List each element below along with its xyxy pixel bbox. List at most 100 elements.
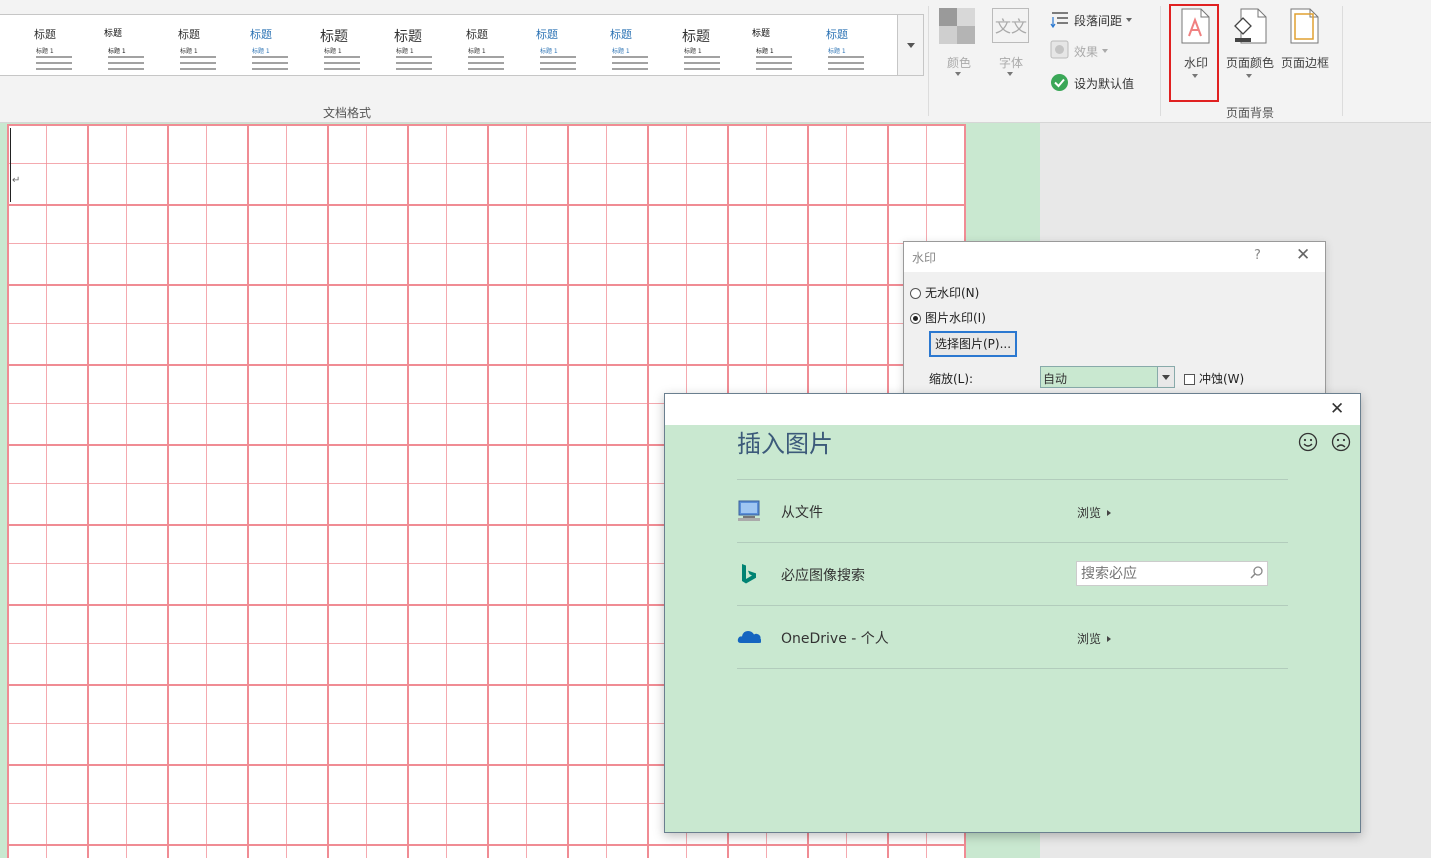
thumbnail-text-line: [180, 56, 216, 58]
chevron-down-icon[interactable]: [1157, 367, 1174, 387]
effects-icon: [1050, 40, 1069, 59]
group-label-page-background: 页面背景: [1226, 106, 1275, 120]
thumbnail-text-line: [252, 68, 288, 70]
thumbnail-text-line: [36, 68, 72, 70]
thumbnail-text-line: [108, 62, 144, 64]
scale-label: 缩放(L):: [929, 372, 974, 386]
style-set-thumbnail[interactable]: 标题 标题 1: [76, 18, 146, 74]
onedrive-label: OneDrive - 个人: [781, 631, 889, 647]
thumbnail-text-line: [756, 62, 792, 64]
checkmark-icon: [1051, 74, 1068, 91]
bing-icon: [742, 564, 756, 584]
style-set-thumbnail[interactable]: 标题 标题 1: [652, 18, 722, 74]
set-as-default-button[interactable]: 设为默认值: [1050, 72, 1160, 94]
dialog-title: 插入图片: [737, 430, 833, 458]
svg-text:文文: 文文: [995, 17, 1027, 36]
thumbnail-title: 标题: [826, 28, 848, 41]
no-watermark-label: 无水印(N): [925, 286, 980, 300]
page-color-button[interactable]: 页面颜色: [1225, 6, 1275, 96]
thumbnail-heading: 标题 1: [468, 48, 486, 55]
browse-link[interactable]: 浏览: [1077, 630, 1112, 647]
fonts-button[interactable]: 文文 字体: [986, 6, 1036, 96]
bing-search-label: 必应图像搜索: [781, 568, 865, 584]
thumbnail-heading: 标题 1: [180, 48, 198, 55]
style-set-thumbnail[interactable]: 标题标题 1: [4, 18, 74, 74]
page-border-icon: [1290, 8, 1319, 44]
bing-search-input[interactable]: [1077, 562, 1255, 585]
style-set-thumbnail[interactable]: 标题标题 1: [796, 18, 866, 74]
font-icon: 文文: [992, 8, 1029, 43]
thumbnail-title: 标题: [34, 28, 56, 41]
picture-watermark-option[interactable]: 图片水印(I): [910, 309, 986, 326]
chevron-down-icon: [907, 43, 915, 48]
text-cursor: [10, 128, 11, 202]
bing-search-box[interactable]: [1076, 561, 1268, 586]
checkbox[interactable]: [1184, 374, 1195, 385]
thumbnail-title: 标题: [536, 28, 558, 41]
thumbnail-text-line: [252, 62, 288, 64]
gallery-more-button[interactable]: [898, 14, 924, 76]
search-icon[interactable]: [1248, 563, 1266, 584]
scale-value: 自动: [1043, 372, 1068, 386]
computer-icon: [738, 500, 760, 521]
thumbnail-text-line: [756, 68, 792, 70]
watermark-highlight-box: [1169, 4, 1219, 102]
page-borders-button[interactable]: 页面边框: [1280, 6, 1330, 96]
thumbnail-heading: 标题 1: [684, 48, 702, 55]
style-set-thumbnail[interactable]: 标题 标题 1: [580, 18, 650, 74]
style-set-thumbnail[interactable]: 标题 标题 1: [508, 18, 578, 74]
dialog-titlebar: 水印 ? ✕: [904, 242, 1325, 272]
style-set-thumbnail[interactable]: 标题 标题 1: [292, 18, 362, 74]
thumbnail-text-line: [540, 68, 576, 70]
scale-dropdown[interactable]: 自动: [1040, 366, 1175, 388]
thumbnail-text-line: [324, 56, 360, 58]
thumbnail-text-line: [612, 56, 648, 58]
style-set-thumbnail[interactable]: 标题 标题 1: [148, 18, 218, 74]
thumbnail-text-line: [108, 56, 144, 58]
thumbnail-title: 标题: [610, 28, 632, 41]
thumbnail-text-line: [324, 68, 360, 70]
onedrive-row[interactable]: OneDrive - 个人 浏览: [737, 606, 1288, 668]
thumbnail-text-line: [36, 56, 72, 58]
page-color-icon: [1234, 8, 1267, 44]
style-set-thumbnail[interactable]: 标题 标题 1: [436, 18, 506, 74]
thumbnail-heading: 标题 1: [828, 48, 846, 55]
close-button[interactable]: ✕: [1296, 245, 1310, 265]
paragraph-spacing-button[interactable]: 段落间距: [1050, 9, 1150, 31]
effects-button[interactable]: 效果: [1050, 40, 1120, 62]
thumbnail-text-line: [108, 68, 144, 70]
colors-button[interactable]: 颜色: [934, 6, 984, 96]
washout-checkbox[interactable]: 冲蚀(W): [1184, 370, 1244, 387]
insert-pictures-dialog: ✕ 插入图片 从文件 浏览 必应图像搜索 搜索必应 OneDrive - 个人 …: [664, 393, 1361, 833]
thumbnail-text-line: [828, 62, 864, 64]
chevron-down-icon: [1126, 18, 1132, 22]
set-as-default-label: 设为默认值: [1074, 77, 1135, 91]
picture-watermark-label: 图片水印(I): [925, 311, 986, 325]
radio-button[interactable]: [910, 288, 921, 299]
thumbnail-text-line: [684, 62, 720, 64]
thumbnail-heading: 标题 1: [36, 48, 54, 55]
radio-button-checked[interactable]: [910, 313, 921, 324]
no-watermark-option[interactable]: 无水印(N): [910, 284, 979, 301]
thumbnail-text-line: [324, 62, 360, 64]
select-picture-button[interactable]: 选择图片(P)...: [929, 331, 1017, 357]
style-set-thumbnail[interactable]: 标题 标题 1: [364, 18, 434, 74]
thumbnail-heading: 标题 1: [324, 48, 342, 55]
frown-feedback-icon[interactable]: [1331, 432, 1351, 452]
thumbnail-text-line: [828, 56, 864, 58]
help-button[interactable]: ?: [1254, 248, 1261, 263]
style-set-gallery[interactable]: 标题 标题 1 标题 标题 1 标题 标题 1 标题 标题 1 标题 标题 1 标题 标题 1 标题 标题…: [0, 14, 898, 76]
style-set-thumbnail[interactable]: 标题 标题 1: [220, 18, 290, 74]
smile-feedback-icon[interactable]: [1298, 432, 1318, 452]
thumbnail-heading: 标题 1: [252, 48, 270, 55]
close-button[interactable]: ✕: [1330, 399, 1344, 419]
chevron-right-icon: [1107, 510, 1112, 516]
style-set-thumbnail[interactable]: 标题 标题 1: [724, 18, 794, 74]
browse-link[interactable]: 浏览: [1077, 504, 1112, 521]
thumbnail-text-line: [684, 68, 720, 70]
watermark-dialog: 水印 ? ✕ 无水印(N) 图片水印(I) 选择图片(P)... 缩放(L): …: [903, 241, 1326, 396]
thumbnail-text-line: [468, 62, 504, 64]
thumbnail-text-line: [180, 68, 216, 70]
chevron-down-icon: [1102, 49, 1108, 53]
from-file-row[interactable]: 从文件 浏览: [737, 480, 1288, 542]
